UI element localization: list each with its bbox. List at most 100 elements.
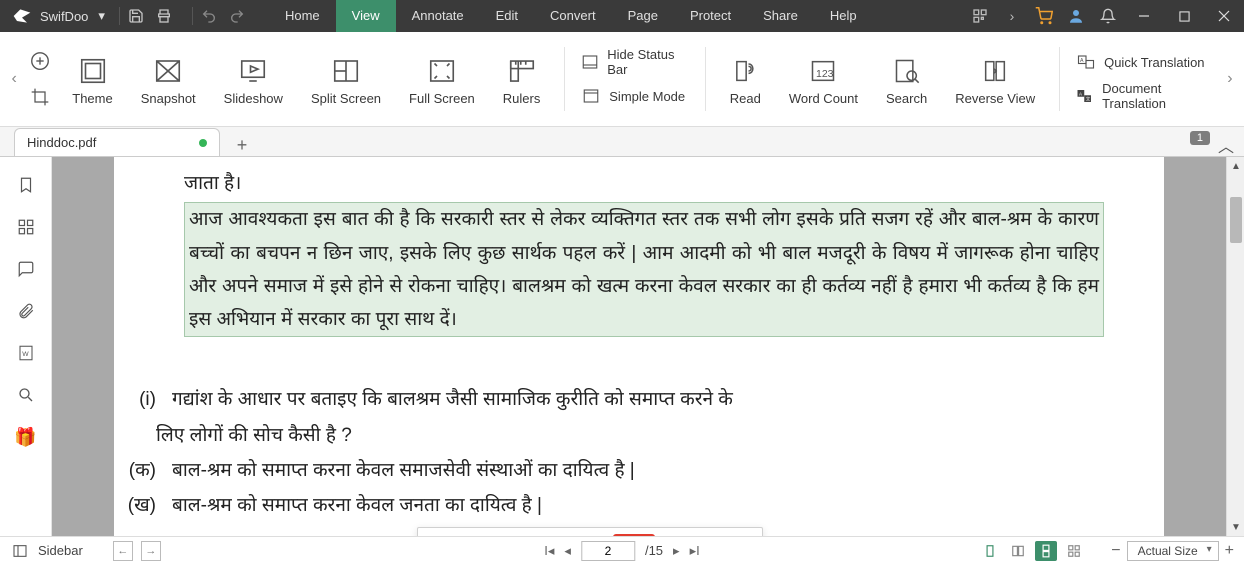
close-button[interactable] <box>1204 0 1244 32</box>
last-page-icon[interactable]: ▸I <box>690 543 700 559</box>
q1-number: (i) <box>126 383 156 416</box>
document-viewport[interactable]: जाता है। आज आवश्यकता इस बात की है कि सरक… <box>52 157 1226 536</box>
collapse-ribbon-icon[interactable]: ︿ <box>1218 133 1234 157</box>
document-tabs: Hinddoc.pdf + 1 ︿ <box>0 127 1244 157</box>
zoom-in-icon[interactable]: + <box>1225 542 1234 560</box>
copy-icon[interactable] <box>426 534 468 536</box>
print-icon[interactable] <box>156 8 184 24</box>
two-page-view-icon[interactable] <box>1007 541 1029 561</box>
menu-share[interactable]: Share <box>747 0 814 32</box>
svg-text:A: A <box>1080 58 1084 64</box>
menu-annotate[interactable]: Annotate <box>396 0 480 32</box>
ribbon-scroll-left[interactable]: ‹ <box>6 49 22 109</box>
single-page-view-icon[interactable] <box>979 541 1001 561</box>
word-export-icon[interactable]: W <box>12 339 40 367</box>
tab-modified-indicator <box>199 139 207 147</box>
svg-text:A: A <box>1079 91 1082 96</box>
app-dropdown[interactable]: ▾ <box>92 8 111 24</box>
first-page-icon[interactable]: I◂ <box>544 543 554 559</box>
rulers-button[interactable]: Rulers <box>493 39 551 119</box>
attachments-icon[interactable] <box>12 297 40 325</box>
selection-toolbar: 文A <box>417 527 763 536</box>
slideshow-button[interactable]: Slideshow <box>214 39 293 119</box>
undo-icon[interactable] <box>201 8 229 24</box>
qr-icon[interactable] <box>964 0 996 32</box>
svg-text:文: 文 <box>1086 96 1091 103</box>
q1-text-a: गद्यांश के आधार पर बताइए कि बालश्रम जैसी… <box>172 383 733 416</box>
highlight-icon[interactable] <box>481 534 523 536</box>
redo-icon[interactable] <box>229 8 257 24</box>
simple-mode-button[interactable]: Simple Mode <box>581 82 689 110</box>
qk-number: (क) <box>126 454 156 487</box>
menu-help[interactable]: Help <box>814 0 873 32</box>
read-button[interactable]: Read <box>720 39 771 119</box>
prev-page-icon[interactable]: ◂ <box>564 543 571 559</box>
zoom-select[interactable]: Actual Size <box>1127 541 1219 561</box>
menu-convert[interactable]: Convert <box>534 0 612 32</box>
note-icon[interactable] <box>657 534 699 536</box>
underline-icon[interactable] <box>525 534 567 536</box>
menu-home[interactable]: Home <box>269 0 336 32</box>
comments-icon[interactable] <box>12 255 40 283</box>
minimize-button[interactable] <box>1124 0 1164 32</box>
main-menu: Home View Annotate Edit Convert Page Pro… <box>269 0 873 32</box>
maximize-button[interactable] <box>1164 0 1204 32</box>
tab-hinddoc[interactable]: Hinddoc.pdf <box>14 128 220 156</box>
word-count-button[interactable]: 123 Word Count <box>779 39 868 119</box>
search-button[interactable]: Search <box>876 39 937 119</box>
search-sidebar-icon[interactable] <box>12 381 40 409</box>
crop-icon[interactable] <box>26 83 54 111</box>
tab-label: Hinddoc.pdf <box>27 135 96 150</box>
vertical-scrollbar[interactable]: ▲ ▼ <box>1226 157 1244 536</box>
full-screen-button[interactable]: Full Screen <box>399 39 485 119</box>
snapshot-button[interactable]: Snapshot <box>131 39 206 119</box>
strikethrough-icon[interactable] <box>569 534 611 536</box>
new-tab-button[interactable]: + <box>228 135 256 156</box>
continuous-view-icon[interactable] <box>1035 541 1057 561</box>
quick-translation-icon[interactable]: 文A <box>613 534 655 536</box>
ribbon-scroll-right[interactable]: › <box>1222 49 1238 109</box>
theme-button[interactable]: Theme <box>62 39 122 119</box>
scroll-thumb[interactable] <box>1230 197 1242 243</box>
menu-view[interactable]: View <box>336 0 396 32</box>
save-icon[interactable] <box>128 8 156 24</box>
svg-text:123: 123 <box>816 67 834 79</box>
sidebar-label: Sidebar <box>38 543 83 558</box>
qkh-text: बाल-श्रम को समाप्त करना केवल जनता का दाय… <box>172 489 542 522</box>
scroll-up-icon[interactable]: ▲ <box>1227 157 1244 175</box>
ribbon: ‹ Theme Snapshot Slideshow Split Screen … <box>0 32 1244 127</box>
zoom-out-icon[interactable]: − <box>1111 542 1120 560</box>
quick-translation-button[interactable]: AQuick Translation <box>1076 48 1216 76</box>
reverse-view-button[interactable]: Reverse View <box>945 39 1045 119</box>
nav-forward-icon[interactable]: → <box>141 541 161 561</box>
gift-icon[interactable]: 🎁 <box>12 423 40 451</box>
sidebar: W 🎁 <box>0 157 52 536</box>
new-tab-icon[interactable] <box>26 47 54 75</box>
page-input[interactable] <box>581 541 635 561</box>
menu-protect[interactable]: Protect <box>674 0 747 32</box>
app-logo <box>10 4 34 28</box>
doc-text-line: जाता है। <box>184 167 1104 200</box>
qkh-number: (ख) <box>126 489 156 522</box>
next-page-icon[interactable]: ▸ <box>673 543 680 559</box>
menu-page[interactable]: Page <box>612 0 674 32</box>
cart-icon[interactable] <box>1028 0 1060 32</box>
scroll-down-icon[interactable]: ▼ <box>1227 518 1244 536</box>
page-badge: 1 <box>1190 131 1210 145</box>
bookmark-icon[interactable] <box>12 171 40 199</box>
hide-status-bar-button[interactable]: Hide Status Bar <box>581 48 689 76</box>
close-toolbar-icon[interactable] <box>712 534 754 536</box>
more-icon[interactable]: › <box>996 0 1028 32</box>
grid-view-icon[interactable] <box>1063 541 1085 561</box>
q1-text-b: लिए लोगों की सोच कैसी है ? <box>156 419 352 452</box>
split-screen-button[interactable]: Split Screen <box>301 39 391 119</box>
selected-text-block[interactable]: आज आवश्यकता इस बात की है कि सरकारी स्तर … <box>184 202 1104 337</box>
document-translation-button[interactable]: A文Document Translation <box>1076 82 1216 110</box>
user-icon[interactable] <box>1060 0 1092 32</box>
menu-edit[interactable]: Edit <box>480 0 534 32</box>
nav-back-icon[interactable]: ← <box>113 541 133 561</box>
title-bar: SwifDoo ▾ Home View Annotate Edit Conver… <box>0 0 1244 32</box>
thumbnails-icon[interactable] <box>12 213 40 241</box>
bell-icon[interactable] <box>1092 0 1124 32</box>
sidebar-toggle-icon[interactable] <box>10 543 30 559</box>
